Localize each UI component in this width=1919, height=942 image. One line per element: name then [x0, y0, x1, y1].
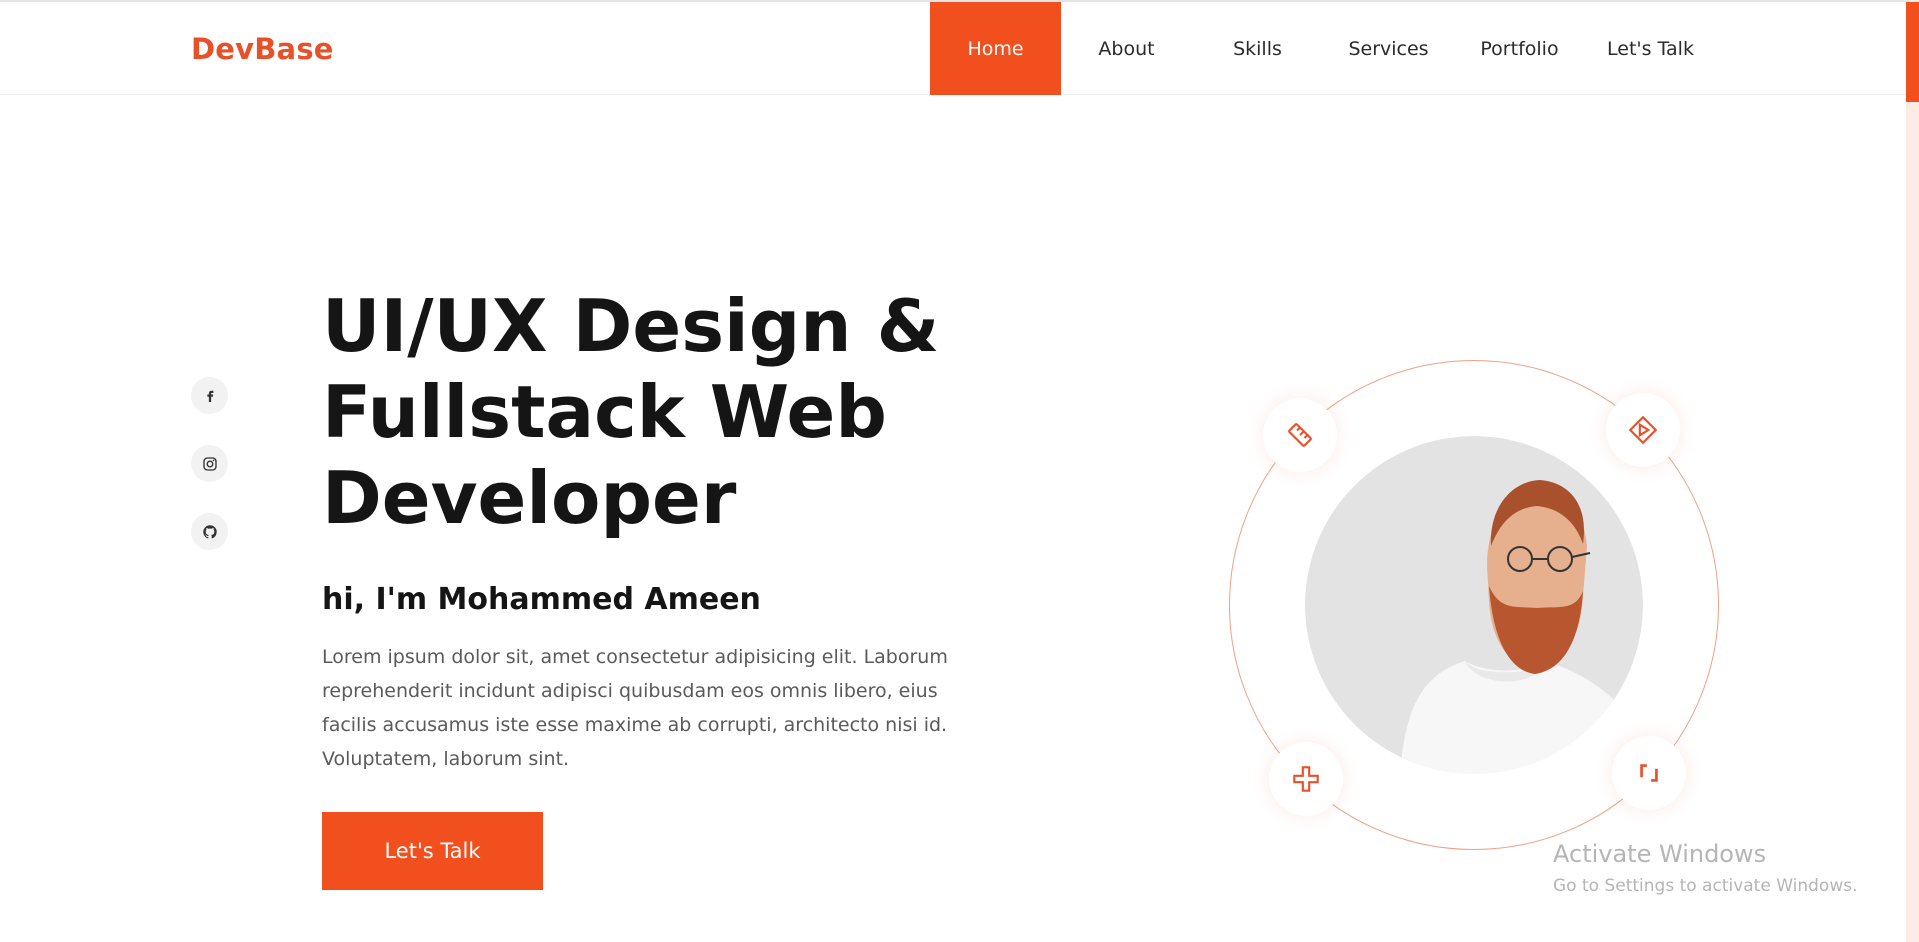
portrait-illustration — [1305, 436, 1643, 774]
cross-shape-icon — [1293, 766, 1319, 792]
orbit-badge-design-tools — [1263, 398, 1337, 472]
nav-item-lets-talk[interactable]: Let's Talk — [1585, 2, 1716, 95]
social-links — [191, 377, 228, 581]
instagram-icon — [202, 456, 217, 471]
windows-activation-watermark: Activate Windows Go to Settings to activ… — [1553, 840, 1858, 896]
watermark-title: Activate Windows — [1553, 840, 1767, 868]
hero-title-line-2: Fullstack Web — [322, 370, 887, 454]
nav-item-home[interactable]: Home — [930, 2, 1061, 95]
scrollbar-thumb[interactable] — [1906, 2, 1919, 102]
profile-photo — [1305, 436, 1643, 774]
lets-talk-button[interactable]: Let's Talk — [322, 812, 543, 890]
greeting: hi, I'm Mohammed Ameen — [322, 582, 761, 617]
play-diamond-icon — [1628, 415, 1658, 445]
orbit-badge-crop — [1612, 736, 1686, 810]
github-icon — [202, 524, 217, 538]
facebook-link[interactable] — [191, 377, 228, 414]
hero-description: Lorem ipsum dolor sit, amet consectetur … — [322, 646, 948, 770]
orbit-badge-cross — [1269, 742, 1343, 816]
logo[interactable]: DevBase — [191, 32, 334, 66]
main-nav: Home About Skills Services Portfolio Let… — [930, 2, 1716, 95]
crop-corner-icon — [1640, 764, 1658, 782]
design-tools-icon — [1288, 423, 1312, 447]
github-link[interactable] — [191, 513, 228, 550]
hero-title-line-1: UI/UX Design & — [322, 284, 940, 368]
nav-item-portfolio[interactable]: Portfolio — [1454, 2, 1585, 95]
site-header: DevBase Home About Skills Services Portf… — [0, 0, 1906, 95]
orbit-badge-play — [1606, 393, 1680, 467]
watermark-subtitle: Go to Settings to activate Windows. — [1553, 876, 1858, 896]
nav-item-services[interactable]: Services — [1323, 2, 1454, 95]
instagram-link[interactable] — [191, 445, 228, 482]
hero-title-line-3: Developer — [322, 456, 737, 540]
nav-item-skills[interactable]: Skills — [1192, 2, 1323, 95]
facebook-icon — [206, 390, 213, 402]
scrollbar-track[interactable] — [1906, 0, 1919, 942]
hero-title: UI/UX Design & Fullstack Web Developer — [322, 283, 962, 541]
nav-item-about[interactable]: About — [1061, 2, 1192, 95]
